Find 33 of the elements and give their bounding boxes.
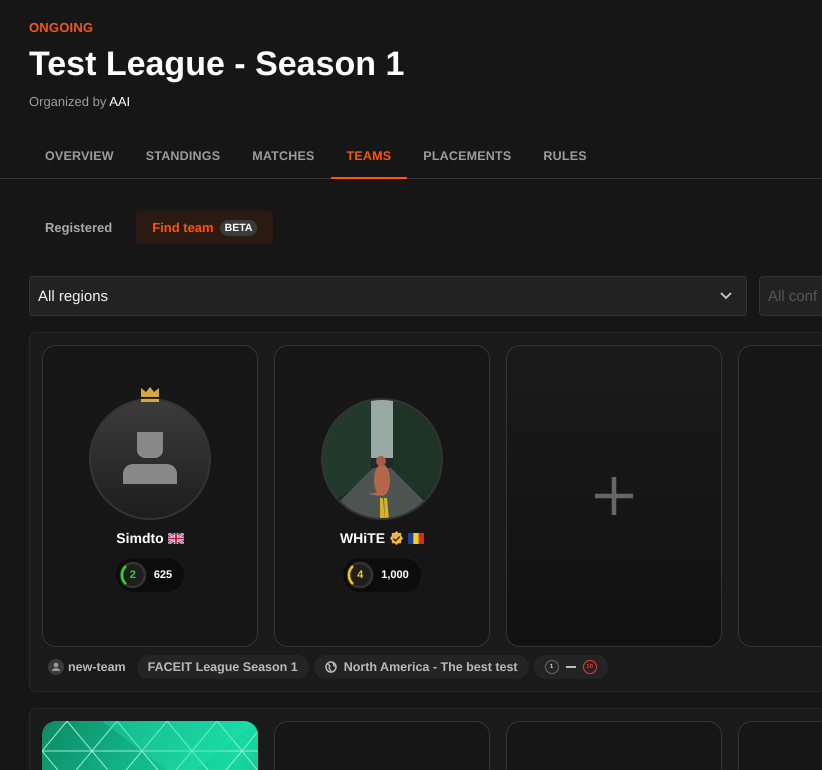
tab[interactable]: OVERVIEW xyxy=(29,139,130,179)
subtab[interactable]: Registered xyxy=(29,211,128,244)
tab[interactable]: TEAMS xyxy=(330,139,408,179)
status-label: ONGOING xyxy=(29,20,94,35)
skill-level-gauge: 2 xyxy=(118,560,148,590)
tab[interactable]: RULES xyxy=(527,139,603,179)
chevron-down-icon xyxy=(720,292,732,300)
tab[interactable]: MATCHES xyxy=(236,139,331,179)
plus-icon xyxy=(595,477,633,515)
player-card[interactable]: WHiTE 4 1,000 xyxy=(274,345,490,647)
player-name: Simdto xyxy=(116,530,164,546)
region-select[interactable]: All regions xyxy=(29,276,747,316)
region-tag: North America - The best test xyxy=(314,655,529,679)
globe-icon xyxy=(324,661,337,673)
tab[interactable]: PLACEMENTS xyxy=(407,139,528,179)
subtab[interactable]: Find team BETA xyxy=(136,211,274,244)
user-icon xyxy=(48,659,64,675)
verified-badge-icon xyxy=(389,530,404,546)
flag-icon xyxy=(408,532,424,544)
add-player-card[interactable] xyxy=(506,345,722,647)
skill-level-gauge: 4 xyxy=(345,560,376,590)
team-name-tag: new-team xyxy=(42,655,132,679)
elo-value: 1,000 xyxy=(381,569,409,581)
player-name: WHiTE xyxy=(340,530,386,546)
page-title: Test League - Season 1 xyxy=(29,45,406,84)
flag-icon xyxy=(168,532,184,544)
elo-value: 625 xyxy=(154,569,172,581)
avatar-icon xyxy=(89,398,211,520)
player-card[interactable]: Simdto 2 625 xyxy=(42,345,258,647)
tab[interactable]: STANDINGS xyxy=(130,139,236,179)
league-tag: FACEIT League Season 1 xyxy=(136,655,309,679)
crown-icon xyxy=(140,386,160,402)
organizer-text: Organized by AAI xyxy=(29,94,132,109)
